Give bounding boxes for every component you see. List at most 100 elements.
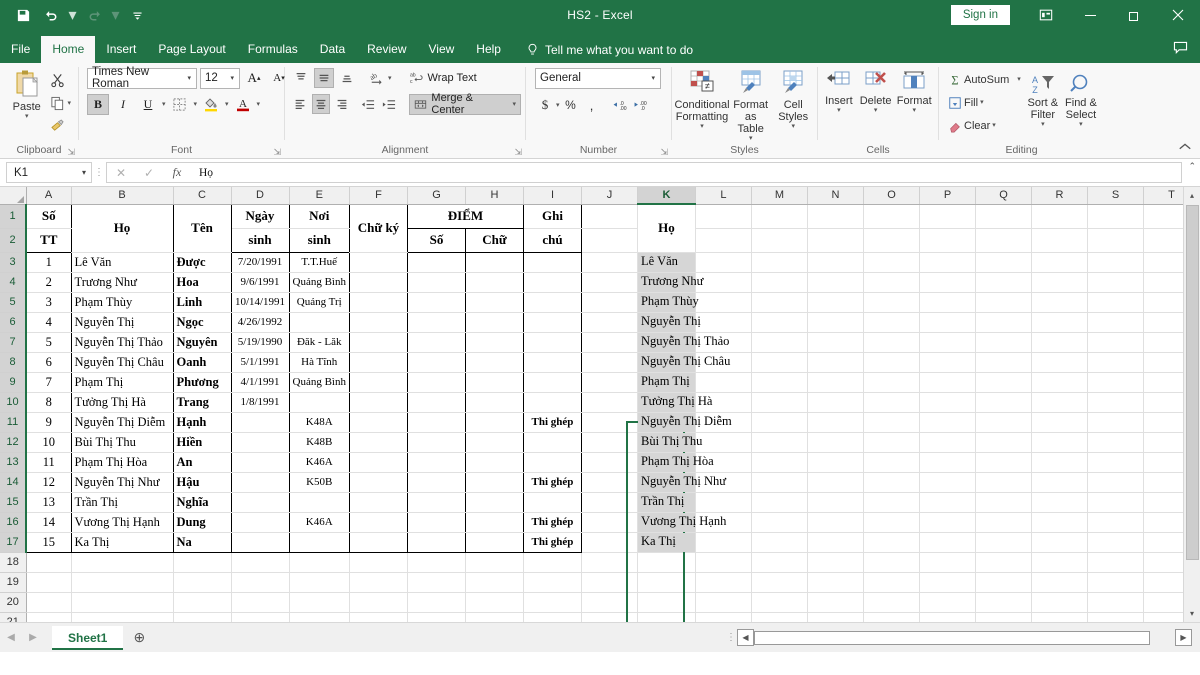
cell-ngay-sinh[interactable]: 9/6/1991 xyxy=(231,272,289,292)
grid-cell[interactable] xyxy=(863,292,919,312)
grid-cell-d2[interactable]: sinh xyxy=(231,228,289,252)
align-left-icon[interactable] xyxy=(291,94,309,114)
fill-color-dropdown-icon[interactable]: ▾ xyxy=(225,101,229,108)
grid-cell[interactable] xyxy=(975,204,1031,228)
row-header-16[interactable]: 16 xyxy=(0,512,26,532)
cell-diem-so[interactable] xyxy=(407,512,465,532)
grid-cell[interactable] xyxy=(349,552,407,572)
grid-cell[interactable] xyxy=(1087,292,1143,312)
tab-help[interactable]: Help xyxy=(465,36,512,63)
cell-stt[interactable]: 15 xyxy=(26,532,71,552)
grid-cell[interactable] xyxy=(975,312,1031,332)
grid-cell[interactable] xyxy=(863,228,919,252)
cell-diem-chu[interactable] xyxy=(465,252,523,272)
grid-cell[interactable] xyxy=(919,332,975,352)
grid-cell[interactable] xyxy=(863,432,919,452)
cell-j[interactable] xyxy=(581,432,637,452)
number-format-select[interactable]: General ▾ xyxy=(535,68,661,89)
grid-cell[interactable] xyxy=(863,312,919,332)
cell-diem-chu[interactable] xyxy=(465,452,523,472)
grid-cell[interactable] xyxy=(1031,204,1087,228)
row-header-13[interactable]: 13 xyxy=(0,452,26,472)
column-header-c[interactable]: C xyxy=(173,187,231,204)
cell-diem-chu[interactable] xyxy=(465,512,523,532)
grid-cell-g1-diem[interactable]: ĐIỂM xyxy=(407,204,523,228)
cell-stt[interactable]: 5 xyxy=(26,332,71,352)
grid-cell[interactable] xyxy=(1087,204,1143,228)
grid-cell[interactable] xyxy=(1031,312,1087,332)
grid-cell[interactable] xyxy=(173,552,231,572)
grid-cell[interactable] xyxy=(26,552,71,572)
grid-cell[interactable] xyxy=(807,572,863,592)
increase-indent-icon[interactable] xyxy=(379,94,397,114)
row-header-18[interactable]: 18 xyxy=(0,552,26,572)
column-header-m[interactable]: M xyxy=(751,187,807,204)
grid-cell[interactable] xyxy=(695,552,751,572)
grid-cell[interactable] xyxy=(807,372,863,392)
grid-cell[interactable] xyxy=(863,592,919,612)
grid-cell[interactable] xyxy=(1031,572,1087,592)
grid-cell[interactable] xyxy=(71,552,173,572)
grid-cell[interactable] xyxy=(71,592,173,612)
grid-cell[interactable] xyxy=(751,204,807,228)
cell-diem-so[interactable] xyxy=(407,472,465,492)
row-header-19[interactable]: 19 xyxy=(0,572,26,592)
font-color-icon[interactable]: A xyxy=(232,94,254,115)
column-header-p[interactable]: P xyxy=(919,187,975,204)
cell-noi-sinh[interactable]: K46A xyxy=(289,452,349,472)
conditional-formatting-button[interactable]: ≠ Conditional Formatting ▾ xyxy=(676,67,728,130)
grid-cell[interactable] xyxy=(919,512,975,532)
cell-ten[interactable]: Phương xyxy=(173,372,231,392)
grid-cell[interactable] xyxy=(173,612,231,622)
cell-chu-ky[interactable] xyxy=(349,472,407,492)
grid-cell[interactable] xyxy=(863,392,919,412)
grid-cell[interactable] xyxy=(581,552,637,572)
cell-ghi-chu[interactable]: Thi ghép xyxy=(523,512,581,532)
tab-data[interactable]: Data xyxy=(309,36,356,63)
cell-diem-so[interactable] xyxy=(407,372,465,392)
grid-cell[interactable] xyxy=(465,592,523,612)
add-sheet-icon[interactable]: ⊕ xyxy=(123,629,155,646)
grid-cell[interactable] xyxy=(807,432,863,452)
cell-ho[interactable]: Nguyễn Thị Diễm xyxy=(71,412,173,432)
column-header-k[interactable]: K xyxy=(637,187,695,204)
grid-cell[interactable] xyxy=(1087,532,1143,552)
font-size-input[interactable]: 12 ▾ xyxy=(200,68,240,89)
font-name-input[interactable]: Times New Roman ▾ xyxy=(87,68,197,89)
cell-l[interactable] xyxy=(695,492,751,512)
grid-cell-d1[interactable]: Ngày xyxy=(231,204,289,228)
cell-ho[interactable]: Ka Thị xyxy=(71,532,173,552)
grid-cell[interactable] xyxy=(751,372,807,392)
cell-ten[interactable]: An xyxy=(173,452,231,472)
grid-cell[interactable] xyxy=(751,552,807,572)
cell-k-ho[interactable]: Vương Thị Hạnh xyxy=(637,512,695,532)
name-box[interactable]: K1 ▾ xyxy=(6,162,92,183)
column-header-r[interactable]: R xyxy=(1031,187,1087,204)
italic-button[interactable]: I xyxy=(112,94,134,115)
grid-cell[interactable] xyxy=(581,228,637,252)
grid-cell[interactable] xyxy=(807,592,863,612)
grid-cell[interactable] xyxy=(807,512,863,532)
grid-cell[interactable] xyxy=(695,572,751,592)
grid-cell[interactable] xyxy=(1087,472,1143,492)
comment-icon[interactable] xyxy=(1173,41,1188,59)
cell-j[interactable] xyxy=(581,452,637,472)
grid-cell[interactable] xyxy=(26,592,71,612)
cell-chu-ky[interactable] xyxy=(349,312,407,332)
cell-diem-chu[interactable] xyxy=(465,352,523,372)
cell-stt[interactable]: 8 xyxy=(26,392,71,412)
accounting-dropdown-icon[interactable]: ▾ xyxy=(556,102,560,109)
cell-stt[interactable]: 3 xyxy=(26,292,71,312)
cell-noi-sinh[interactable]: K50B xyxy=(289,472,349,492)
grid-cell[interactable] xyxy=(1031,392,1087,412)
cell-ngay-sinh[interactable] xyxy=(231,532,289,552)
grid-cell[interactable] xyxy=(863,452,919,472)
cell-diem-so[interactable] xyxy=(407,412,465,432)
cell-chu-ky[interactable] xyxy=(349,272,407,292)
grid-cell[interactable] xyxy=(751,332,807,352)
cell-k-ho[interactable]: Phạm Thị Hòa xyxy=(637,452,695,472)
cell-ngay-sinh[interactable] xyxy=(231,492,289,512)
grid-cell[interactable] xyxy=(751,452,807,472)
cell-ho[interactable]: Nguyễn Thị Thảo xyxy=(71,332,173,352)
column-header-b[interactable]: B xyxy=(71,187,173,204)
